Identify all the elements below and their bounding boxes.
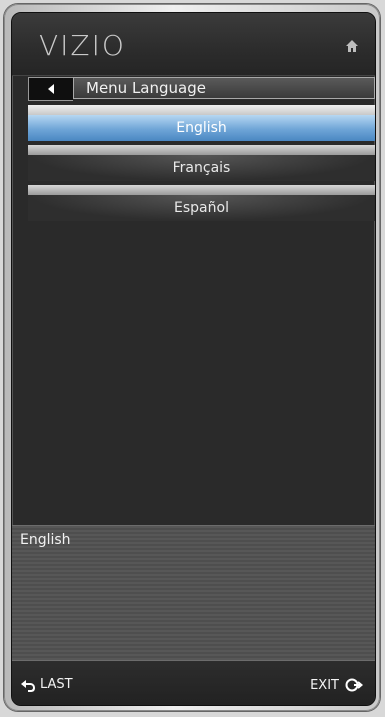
left-arrow-icon: [48, 84, 54, 94]
top-bar: VIZIO: [12, 13, 375, 76]
vizio-logo: VIZIO: [39, 29, 126, 62]
exit-button[interactable]: EXIT: [310, 677, 363, 693]
option-label: Español: [28, 195, 375, 221]
menu-panel: VIZIO Menu Language English Français Esp…: [11, 12, 376, 706]
last-button[interactable]: LAST: [20, 677, 73, 692]
option-label: English: [28, 115, 375, 141]
description-area: English: [12, 525, 375, 661]
back-button[interactable]: [28, 77, 73, 101]
menu-title: Menu Language: [73, 77, 375, 99]
option-label: Français: [28, 155, 375, 181]
option-strip: [28, 105, 375, 115]
option-strip: [28, 185, 375, 195]
last-label: LAST: [40, 677, 73, 692]
exit-label: EXIT: [310, 677, 339, 693]
language-option-english[interactable]: English: [28, 105, 375, 141]
option-strip: [28, 145, 375, 155]
language-option-spanish[interactable]: Español: [28, 185, 375, 221]
language-option-french[interactable]: Français: [28, 145, 375, 181]
menu-header: Menu Language: [28, 77, 375, 101]
description-text: English: [20, 532, 71, 548]
home-icon[interactable]: [345, 39, 359, 53]
footer-bar: LAST EXIT: [12, 661, 375, 705]
exit-icon: [345, 678, 363, 692]
return-icon: [21, 679, 35, 692]
language-list: English Français Español: [28, 105, 375, 225]
